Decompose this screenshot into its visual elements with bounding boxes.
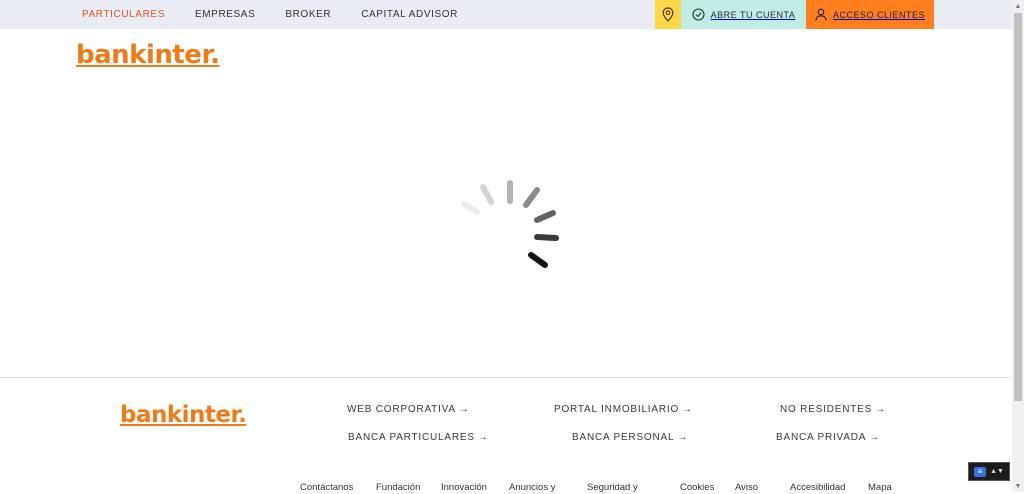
open-account-label: ABRE TU CUENTA [710, 9, 796, 20]
scrollbar[interactable]: ▲ ▼ [1012, 0, 1024, 492]
user-icon [815, 8, 827, 21]
nav-empresas[interactable]: EMPRESAS [195, 9, 255, 20]
legal-link-seguridad[interactable]: Seguridad y [587, 482, 638, 493]
office-locator-button[interactable] [655, 0, 681, 29]
scroll-down-arrow-icon[interactable]: ▼ [1012, 480, 1024, 492]
footer-link-portal-inmobiliario[interactable]: PORTAL INMOBILIARIO → [554, 404, 693, 415]
footer-bankinter-logo[interactable]: bankinter. [120, 402, 247, 428]
footer-divider [0, 377, 1012, 378]
legal-link-innovacion[interactable]: Innovación [441, 482, 487, 493]
scrollbar-thumb[interactable] [1014, 13, 1022, 401]
nav-broker[interactable]: BROKER [285, 9, 331, 20]
open-account-button[interactable]: ABRE TU CUENTA [681, 0, 806, 29]
legal-link-mapa[interactable]: Mapa [868, 482, 892, 493]
footer-link-no-residentes[interactable]: NO RESIDENTES → [780, 404, 886, 415]
bankinter-logo[interactable]: bankinter. [76, 40, 220, 70]
map-pin-icon [662, 7, 674, 22]
segment-nav: PARTICULARES EMPRESAS BROKER CAPITAL ADV… [82, 0, 488, 29]
legal-links: Contáctanos Fundación Innovación Anuncio… [0, 482, 1012, 494]
nav-particulares[interactable]: PARTICULARES [82, 9, 165, 20]
client-access-button[interactable]: ACCESO CLIENTES [806, 0, 934, 29]
legal-link-aviso[interactable]: Aviso [735, 482, 758, 493]
client-access-label: ACCESO CLIENTES [832, 9, 926, 20]
flag-icon: ≡ [974, 466, 987, 477]
chevron-updown-icon: ▲▼ [990, 468, 1004, 475]
footer-link-web-corporativa[interactable]: WEB CORPORATIVA → [347, 404, 470, 415]
nav-capital-advisor[interactable]: CAPITAL ADVISOR [361, 9, 458, 20]
footer-link-banca-particulares[interactable]: BANCA PARTICULARES → [348, 432, 489, 443]
check-circle-icon [692, 8, 705, 21]
top-bar: PARTICULARES EMPRESAS BROKER CAPITAL ADV… [0, 0, 1012, 29]
footer-link-banca-personal[interactable]: BANCA PERSONAL → [572, 432, 688, 443]
legal-link-fundacion[interactable]: Fundación [376, 482, 420, 493]
scroll-up-arrow-icon[interactable]: ▲ [1012, 0, 1024, 12]
footer-link-banca-privada[interactable]: BANCA PRIVADA → [776, 432, 880, 443]
legal-link-contactanos[interactable]: Contáctanos [300, 482, 353, 493]
legal-link-accesibilidad[interactable]: Accesibilidad [790, 482, 845, 493]
language-selector[interactable]: ≡ ▲▼ [968, 462, 1010, 481]
legal-link-anuncios[interactable]: Anuncios y [509, 482, 555, 493]
spinner-icon [461, 180, 559, 268]
legal-link-cookies[interactable]: Cookies [680, 482, 714, 493]
